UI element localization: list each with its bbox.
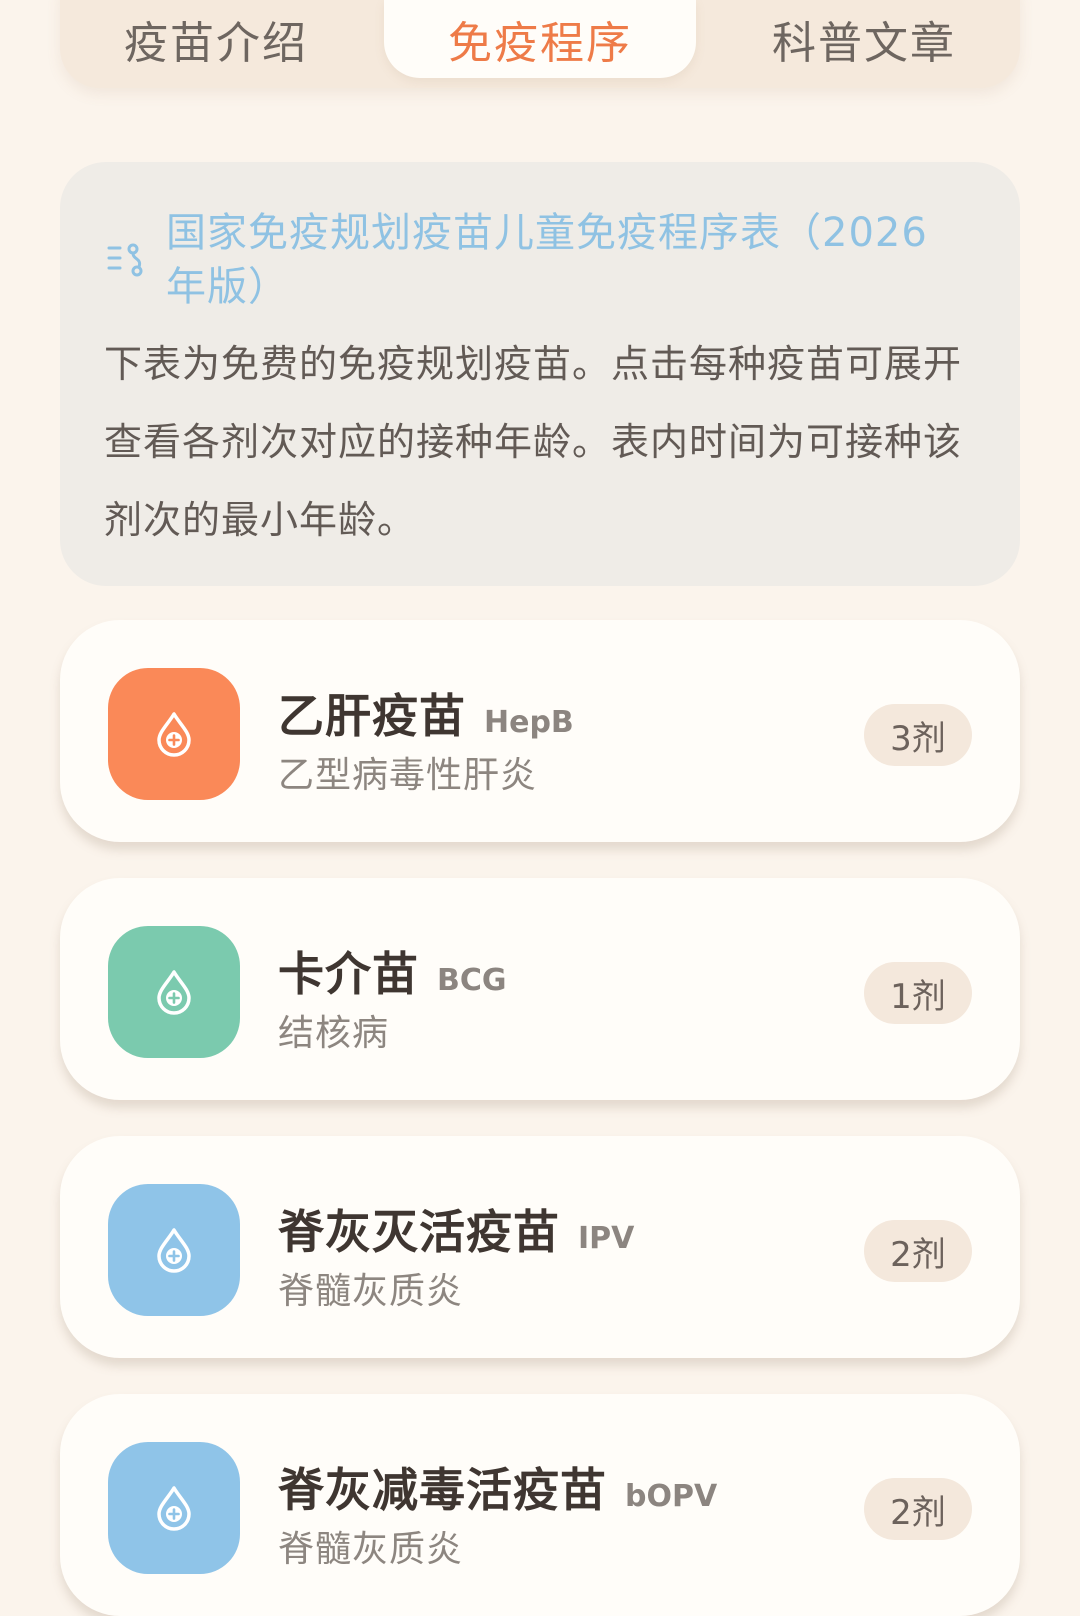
vaccine-abbr: bOPV xyxy=(625,1479,718,1514)
vaccine-disease: 乙型病毒性肝炎 xyxy=(278,755,538,796)
vaccine-name: 脊灰灭活疫苗 xyxy=(278,1205,560,1259)
vaccine-drop-icon xyxy=(108,926,240,1058)
schedule-description: 下表为免费的免疫规划疫苗。点击每种疫苗可展开查看各剂次对应的接种年龄。表内时间为… xyxy=(104,342,963,542)
vaccine-name: 卡介苗 xyxy=(278,947,419,1001)
tab-science-articles[interactable]: 科普文章 xyxy=(708,0,1020,78)
dose-count-badge: 1剂 xyxy=(864,962,972,1024)
tab-bar: 疫苗介绍 免疫程序 科普文章 xyxy=(60,0,1020,88)
tab-immunization-schedule[interactable]: 免疫程序 xyxy=(384,0,696,78)
vaccine-drop-icon xyxy=(108,1184,240,1316)
schedule-route-icon xyxy=(107,243,143,277)
vaccine-abbr: IPV xyxy=(578,1221,635,1256)
vaccine-card-bopv[interactable]: 脊灰减毒活疫苗 bOPV 脊髓灰质炎 2剂 xyxy=(60,1394,1020,1616)
vaccine-name: 脊灰减毒活疫苗 xyxy=(278,1463,607,1517)
vaccine-card-ipv[interactable]: 脊灰灭活疫苗 IPV 脊髓灰质炎 2剂 xyxy=(60,1136,1020,1358)
dose-count-badge: 2剂 xyxy=(864,1478,972,1540)
vaccine-drop-icon xyxy=(108,1442,240,1574)
vaccine-card-bcg[interactable]: 卡介苗 BCG 结核病 1剂 xyxy=(60,878,1020,1100)
vaccine-name-row: 脊灰减毒活疫苗 bOPV xyxy=(278,1454,718,1517)
tab-vaccine-intro[interactable]: 疫苗介绍 xyxy=(60,0,372,78)
vaccine-name: 乙肝疫苗 xyxy=(278,689,466,743)
vaccine-disease: 脊髓灰质炎 xyxy=(278,1271,464,1312)
vaccine-name-row: 乙肝疫苗 HepB xyxy=(278,680,574,743)
vaccine-abbr: HepB xyxy=(484,705,574,740)
vaccine-name-row: 脊灰灭活疫苗 IPV xyxy=(278,1196,635,1259)
vaccine-abbr: BCG xyxy=(437,963,507,998)
dose-count-badge: 3剂 xyxy=(864,704,972,766)
schedule-info-card: 国家免疫规划疫苗儿童免疫程序表（2026年版） 下表为免费的免疫规划疫苗。点击每… xyxy=(60,162,1020,586)
vaccine-drop-icon xyxy=(108,668,240,800)
schedule-title: 国家免疫规划疫苗儿童免疫程序表（2026年版） xyxy=(166,210,928,310)
vaccine-disease: 结核病 xyxy=(278,1013,390,1054)
vaccine-card-hepb[interactable]: 乙肝疫苗 HepB 乙型病毒性肝炎 3剂 xyxy=(60,620,1020,842)
vaccine-disease: 脊髓灰质炎 xyxy=(278,1529,464,1570)
dose-count-badge: 2剂 xyxy=(864,1220,972,1282)
vaccine-name-row: 卡介苗 BCG xyxy=(278,938,507,1001)
